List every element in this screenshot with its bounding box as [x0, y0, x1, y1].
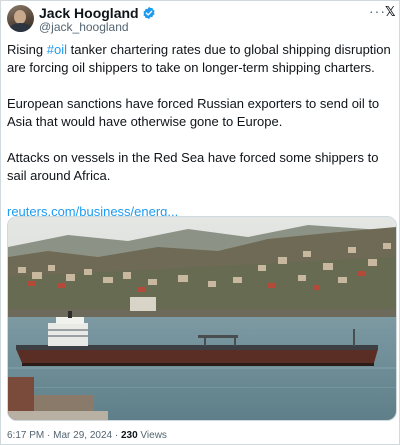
- verified-badge-icon: [143, 6, 155, 20]
- tweet-text-segment: Rising: [7, 42, 47, 57]
- hashtag-oil-link[interactable]: #oil: [47, 42, 67, 57]
- views-count: 230: [120, 430, 138, 441]
- author-display-name[interactable]: Jack Hoogland: [39, 5, 139, 21]
- tweet-timestamp-time[interactable]: 6:17 PM: [7, 430, 44, 441]
- avatar-shoulders: [9, 23, 32, 32]
- more-options-icon[interactable]: ···: [369, 4, 386, 18]
- views-label: Views: [137, 430, 167, 441]
- tweet-paragraph-3: Attacks on vessels in the Red Sea have f…: [7, 150, 379, 183]
- tweet-timestamp-date[interactable]: Mar 29, 2024: [53, 430, 112, 441]
- avatar-face: [14, 10, 26, 24]
- meta-separator: ·: [44, 430, 54, 441]
- x-logo-icon[interactable]: 𝕏: [385, 5, 395, 19]
- oil-tanker-photo: [8, 217, 396, 420]
- tweet-media-image[interactable]: [7, 216, 397, 421]
- tweet-paragraph-1: Rising #oil tanker chartering rates due …: [7, 41, 393, 77]
- tweet-card: Jack Hoogland @jack_hoogland ··· 𝕏 Risin…: [0, 0, 400, 445]
- tweet-paragraph-2: European sanctions have forced Russian e…: [7, 96, 380, 129]
- tweet-meta: 6:17 PM · Mar 29, 2024 · 230 Views: [7, 430, 167, 442]
- author-handle[interactable]: @jack_hoogland: [39, 20, 129, 34]
- author-avatar[interactable]: [7, 5, 34, 32]
- tweet-text: Rising #oil tanker chartering rates due …: [7, 41, 393, 239]
- meta-separator: ·: [112, 430, 121, 441]
- author-name-row: Jack Hoogland: [39, 5, 156, 21]
